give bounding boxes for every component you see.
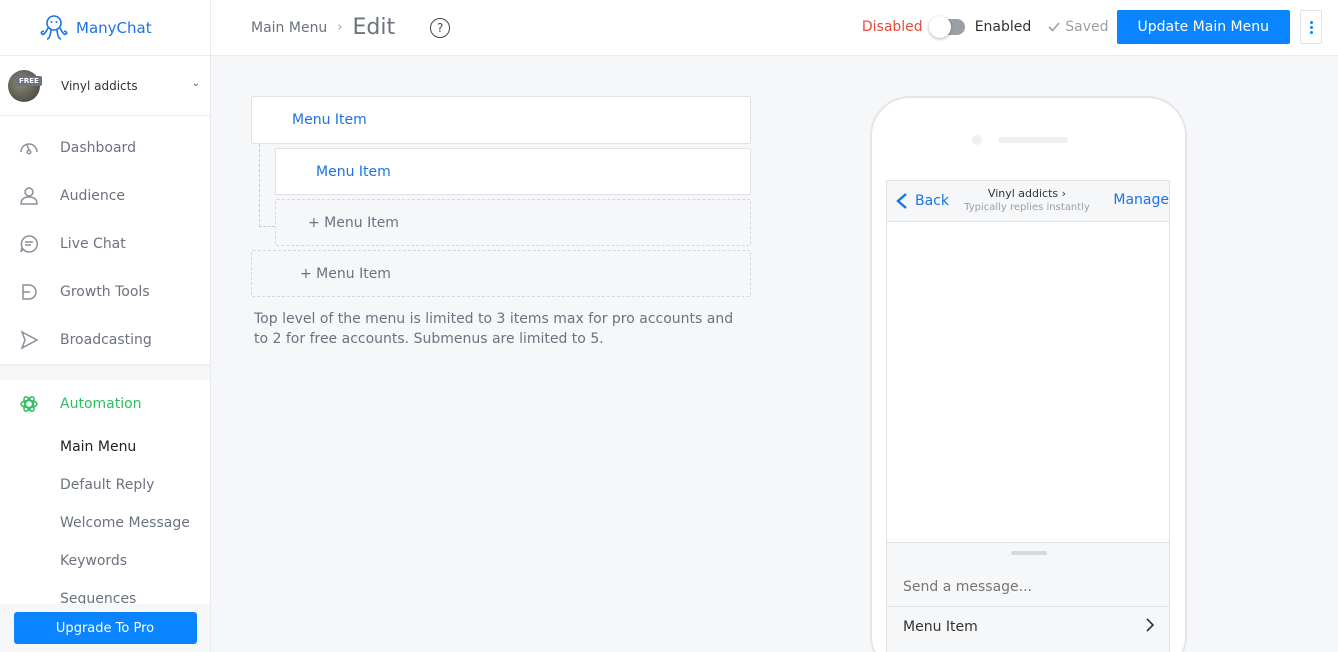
- upgrade-area: Upgrade To Pro: [0, 604, 210, 652]
- drag-handle[interactable]: [1011, 551, 1047, 555]
- page-status: Typically replies instantly: [964, 202, 1090, 213]
- add-top-menu-item[interactable]: + Menu Item: [251, 250, 751, 297]
- update-main-menu-button[interactable]: Update Main Menu: [1116, 10, 1290, 44]
- automation-submenu: Main Menu Default Reply Welcome Message …: [0, 428, 210, 618]
- toggle-knob: [928, 16, 951, 38]
- nav-label: Automation: [60, 396, 142, 412]
- nav-item-growth-tools[interactable]: Growth Tools: [0, 268, 210, 316]
- sub-item-main-menu[interactable]: Main Menu: [60, 428, 210, 466]
- sub-item-keywords[interactable]: Keywords: [60, 542, 210, 580]
- more-options-icon[interactable]: [1300, 10, 1322, 44]
- composer: Menu Item: [887, 542, 1169, 652]
- atom-icon: [18, 393, 40, 415]
- plan-badge: FREE: [16, 76, 42, 86]
- top-bar: Main Menu › Edit ? Disabled Enabled Save…: [211, 0, 1338, 56]
- octopus-logo-icon: [40, 14, 68, 40]
- nav-label: Audience: [60, 188, 126, 204]
- preview-menu-item[interactable]: Menu Item: [887, 606, 1169, 646]
- nav-item-automation[interactable]: Automation: [0, 380, 210, 428]
- saved-label: Saved: [1065, 19, 1109, 35]
- nav-item-broadcasting[interactable]: Broadcasting: [0, 316, 210, 364]
- saved-status: Saved: [1047, 19, 1109, 35]
- help-icon[interactable]: ?: [430, 17, 451, 38]
- nav-item-audience[interactable]: Audience: [0, 172, 210, 220]
- menu-item-sub[interactable]: Menu Item: [275, 148, 751, 195]
- messenger-screen: Back Vinyl addicts › Typically replies i…: [886, 180, 1170, 652]
- enable-toggle[interactable]: [928, 16, 965, 38]
- check-icon: [1048, 22, 1060, 32]
- upgrade-button[interactable]: Upgrade To Pro: [13, 612, 197, 644]
- sub-item-default-reply[interactable]: Default Reply: [60, 466, 210, 504]
- back-button[interactable]: Back: [895, 192, 949, 210]
- phone-camera: [972, 135, 982, 145]
- page-info[interactable]: Vinyl addicts › Typically replies instan…: [957, 187, 1097, 213]
- sidebar: ManyChat FREE Vinyl addicts ⌄ Dashboard …: [0, 0, 211, 652]
- chevron-left-icon: [896, 193, 907, 209]
- nav-label: Live Chat: [60, 236, 126, 252]
- back-label: Back: [915, 193, 949, 209]
- user-icon: [18, 185, 40, 207]
- add-sub-menu-item[interactable]: + Menu Item: [275, 199, 751, 246]
- sub-item-welcome-message[interactable]: Welcome Message: [60, 504, 210, 542]
- disabled-label: Disabled: [861, 19, 923, 35]
- menu-limit-note: Top level of the menu is limited to 3 it…: [254, 311, 734, 347]
- chat-icon: [18, 233, 40, 255]
- nav-item-dashboard[interactable]: Dashboard: [0, 124, 210, 172]
- page-title: Edit: [352, 15, 396, 40]
- enabled-label: Enabled: [974, 19, 1032, 35]
- account-switcher[interactable]: FREE Vinyl addicts ⌄: [0, 56, 210, 116]
- brand-name: ManyChat: [76, 18, 152, 37]
- submenu-group: Menu Item + Menu Item: [251, 144, 751, 246]
- chevron-right-icon: ›: [337, 20, 343, 35]
- tree-connector: [259, 144, 275, 227]
- nav-label: Dashboard: [60, 140, 136, 156]
- send-icon: [18, 329, 40, 351]
- nav-separator: [0, 364, 210, 380]
- chevron-right-icon: ›: [1061, 187, 1067, 200]
- growth-icon: [18, 281, 40, 303]
- chevron-right-icon: [1145, 617, 1155, 637]
- manage-button[interactable]: Manage: [1113, 192, 1169, 208]
- menu-item-top[interactable]: Menu Item: [251, 96, 751, 144]
- page-name: Vinyl addicts ›: [987, 187, 1067, 200]
- phone-speaker: [998, 137, 1068, 143]
- menu-editor: Menu Item Menu Item + Menu Item + Menu I…: [251, 96, 751, 349]
- nav-label: Broadcasting: [60, 332, 152, 348]
- dashboard-icon: [18, 137, 40, 159]
- messenger-header: Back Vinyl addicts › Typically replies i…: [887, 181, 1169, 222]
- logo[interactable]: ManyChat: [0, 0, 210, 56]
- phone-preview: Back Vinyl addicts › Typically replies i…: [870, 96, 1187, 652]
- preview-menu-label: Menu Item: [903, 618, 978, 635]
- chat-area: [887, 222, 1169, 542]
- nav-item-live-chat[interactable]: Live Chat: [0, 220, 210, 268]
- header-actions: Disabled Enabled Saved Update Main Menu: [862, 10, 1322, 44]
- chevron-down-icon: ⌄: [191, 78, 200, 89]
- main-nav: Dashboard Audience Live Chat Growth Tool…: [0, 116, 210, 618]
- account-name: Vinyl addicts: [61, 78, 138, 93]
- nav-label: Growth Tools: [60, 284, 150, 300]
- message-input[interactable]: [903, 579, 1143, 595]
- breadcrumb-main-menu[interactable]: Main Menu: [251, 20, 327, 36]
